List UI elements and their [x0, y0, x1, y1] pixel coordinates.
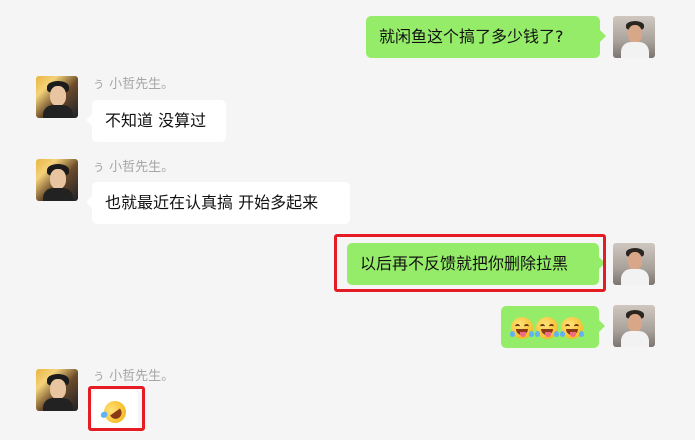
contact-avatar[interactable] — [36, 369, 78, 411]
rolling-on-floor-laughing-emoji — [99, 396, 131, 427]
message-bubble-incoming-emoji[interactable] — [86, 390, 138, 432]
message-bubble-outgoing[interactable]: 以后再不反馈就把你删除拉黑 — [347, 243, 605, 285]
sender-name: ぅ 小哲先生。 — [92, 77, 175, 92]
sender-name: ぅ 小哲先生。 — [92, 160, 175, 175]
my-avatar[interactable] — [613, 305, 655, 347]
zany-face-emoji — [560, 316, 584, 339]
message-bubble-outgoing-emoji[interactable] — [501, 306, 605, 348]
message-bubble-outgoing[interactable]: 就闲鱼这个搞了多少钱了? — [366, 16, 606, 58]
contact-avatar[interactable] — [36, 159, 78, 201]
my-avatar[interactable] — [613, 16, 655, 58]
my-avatar[interactable] — [613, 243, 655, 285]
zany-face-emoji — [535, 316, 559, 339]
contact-avatar[interactable] — [36, 76, 78, 118]
message-bubble-incoming[interactable]: 不知道 没算过 — [86, 100, 226, 142]
message-text: 不知道 没算过 — [105, 111, 207, 130]
zany-face-emoji — [510, 316, 534, 339]
sender-name: ぅ 小哲先生。 — [92, 369, 175, 384]
message-text: 以后再不反馈就把你删除拉黑 — [360, 254, 569, 273]
message-bubble-incoming[interactable]: 也就最近在认真搞 开始多起来 — [86, 182, 350, 224]
message-text: 就闲鱼这个搞了多少钱了? — [379, 27, 564, 46]
message-text: 也就最近在认真搞 开始多起来 — [105, 193, 319, 212]
